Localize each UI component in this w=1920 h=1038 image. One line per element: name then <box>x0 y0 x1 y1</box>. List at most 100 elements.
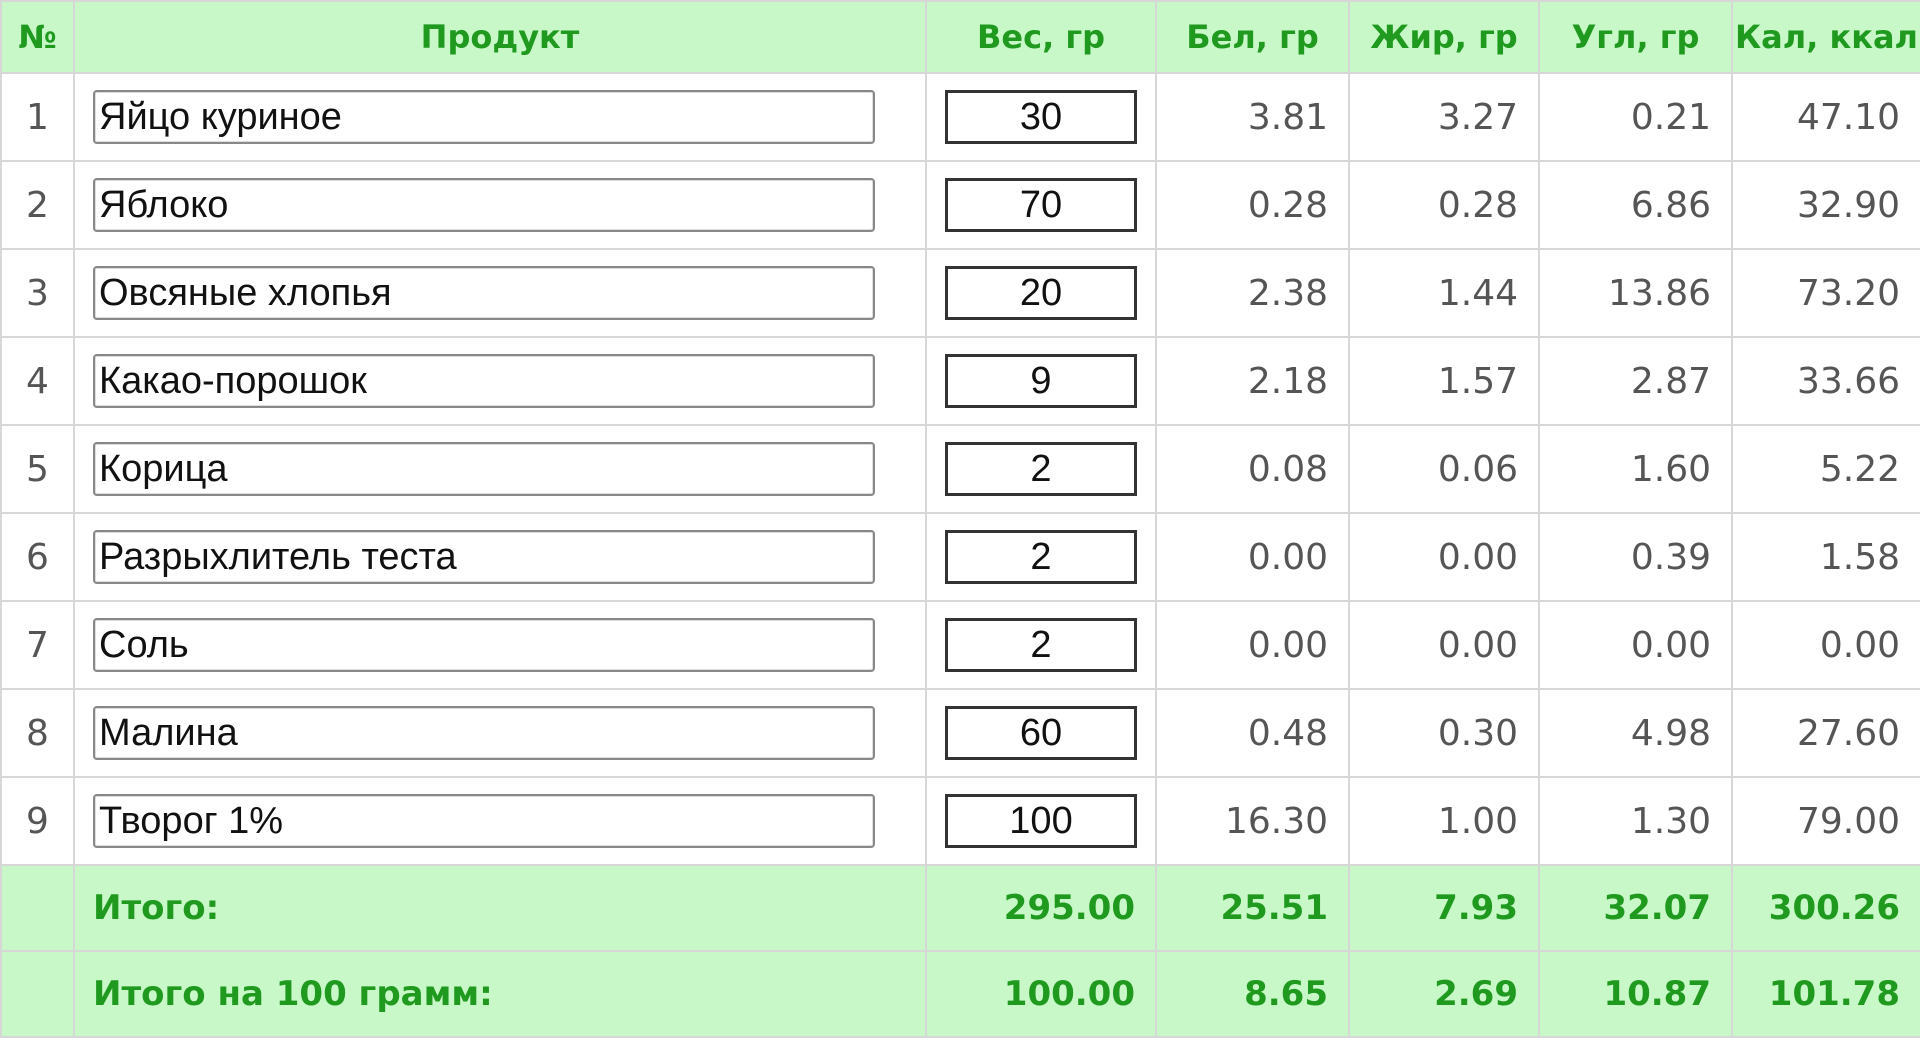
product-input[interactable] <box>93 354 875 408</box>
header-kcal: Кал, ккал <box>1731 0 1920 74</box>
product-input[interactable] <box>93 794 875 848</box>
totals-kcal: 300.26 <box>1731 864 1920 952</box>
row-number: 7 <box>0 600 75 690</box>
fat-value: 0.28 <box>1348 160 1540 250</box>
kcal-value: 73.20 <box>1731 248 1920 338</box>
per100-fat: 2.69 <box>1348 950 1540 1038</box>
header-weight: Вес, гр <box>925 0 1157 74</box>
row-number: 3 <box>0 248 75 338</box>
product-cell <box>73 688 927 778</box>
weight-cell <box>925 72 1157 162</box>
protein-value: 0.08 <box>1155 424 1350 514</box>
weight-input[interactable] <box>945 442 1137 496</box>
product-cell <box>73 248 927 338</box>
per100-protein: 8.65 <box>1155 950 1350 1038</box>
table-row: 6 0.00 0.00 0.39 1.58 <box>0 512 1920 602</box>
product-cell <box>73 512 927 602</box>
fat-value: 0.30 <box>1348 688 1540 778</box>
weight-cell <box>925 600 1157 690</box>
carbs-value: 4.98 <box>1538 688 1733 778</box>
per100-weight: 100.00 <box>925 950 1157 1038</box>
fat-value: 1.57 <box>1348 336 1540 426</box>
nutrition-table: № Продукт Вес, гр Бел, гр Жир, гр Угл, г… <box>0 0 1920 1038</box>
per100-empty-cell <box>0 950 75 1038</box>
per100-carbs: 10.87 <box>1538 950 1733 1038</box>
table-row: 2 0.28 0.28 6.86 32.90 <box>0 160 1920 250</box>
per100-label: Итого на 100 грамм: <box>73 950 927 1038</box>
weight-input[interactable] <box>945 178 1137 232</box>
carbs-value: 0.39 <box>1538 512 1733 602</box>
kcal-value: 47.10 <box>1731 72 1920 162</box>
kcal-value: 5.22 <box>1731 424 1920 514</box>
totals-label: Итого: <box>73 864 927 952</box>
product-input[interactable] <box>93 178 875 232</box>
product-cell <box>73 336 927 426</box>
product-input[interactable] <box>93 706 875 760</box>
header-row: № Продукт Вес, гр Бел, гр Жир, гр Угл, г… <box>0 0 1920 74</box>
product-cell <box>73 72 927 162</box>
totals-row: Итого: 295.00 25.51 7.93 32.07 300.26 <box>0 864 1920 952</box>
weight-cell <box>925 248 1157 338</box>
product-input[interactable] <box>93 442 875 496</box>
kcal-value: 32.90 <box>1731 160 1920 250</box>
header-protein: Бел, гр <box>1155 0 1350 74</box>
fat-value: 0.06 <box>1348 424 1540 514</box>
weight-cell <box>925 160 1157 250</box>
product-input[interactable] <box>93 618 875 672</box>
protein-value: 0.28 <box>1155 160 1350 250</box>
protein-value: 2.38 <box>1155 248 1350 338</box>
header-fat: Жир, гр <box>1348 0 1540 74</box>
totals-fat: 7.93 <box>1348 864 1540 952</box>
carbs-value: 2.87 <box>1538 336 1733 426</box>
row-number: 9 <box>0 776 75 866</box>
header-product: Продукт <box>73 0 927 74</box>
carbs-value: 1.60 <box>1538 424 1733 514</box>
kcal-value: 27.60 <box>1731 688 1920 778</box>
protein-value: 16.30 <box>1155 776 1350 866</box>
weight-input[interactable] <box>945 266 1137 320</box>
totals-weight: 295.00 <box>925 864 1157 952</box>
per100-kcal: 101.78 <box>1731 950 1920 1038</box>
weight-cell <box>925 688 1157 778</box>
carbs-value: 13.86 <box>1538 248 1733 338</box>
protein-value: 0.00 <box>1155 600 1350 690</box>
protein-value: 3.81 <box>1155 72 1350 162</box>
weight-input[interactable] <box>945 354 1137 408</box>
row-number: 1 <box>0 72 75 162</box>
protein-value: 0.48 <box>1155 688 1350 778</box>
product-cell <box>73 160 927 250</box>
per100-row: Итого на 100 грамм: 100.00 8.65 2.69 10.… <box>0 950 1920 1038</box>
weight-input[interactable] <box>945 706 1137 760</box>
weight-cell <box>925 336 1157 426</box>
protein-value: 0.00 <box>1155 512 1350 602</box>
fat-value: 3.27 <box>1348 72 1540 162</box>
row-number: 5 <box>0 424 75 514</box>
header-num: № <box>0 0 75 74</box>
weight-cell <box>925 776 1157 866</box>
kcal-value: 1.58 <box>1731 512 1920 602</box>
product-cell <box>73 776 927 866</box>
table-row: 3 2.38 1.44 13.86 73.20 <box>0 248 1920 338</box>
fat-value: 1.00 <box>1348 776 1540 866</box>
fat-value: 1.44 <box>1348 248 1540 338</box>
weight-input[interactable] <box>945 90 1137 144</box>
protein-value: 2.18 <box>1155 336 1350 426</box>
fat-value: 0.00 <box>1348 512 1540 602</box>
weight-input[interactable] <box>945 530 1137 584</box>
weight-cell <box>925 424 1157 514</box>
kcal-value: 33.66 <box>1731 336 1920 426</box>
totals-empty-cell <box>0 864 75 952</box>
row-number: 6 <box>0 512 75 602</box>
weight-cell <box>925 512 1157 602</box>
product-input[interactable] <box>93 90 875 144</box>
header-carbs: Угл, гр <box>1538 0 1733 74</box>
product-input[interactable] <box>93 266 875 320</box>
weight-input[interactable] <box>945 618 1137 672</box>
weight-input[interactable] <box>945 794 1137 848</box>
carbs-value: 0.21 <box>1538 72 1733 162</box>
product-cell <box>73 600 927 690</box>
table-row: 7 0.00 0.00 0.00 0.00 <box>0 600 1920 690</box>
carbs-value: 6.86 <box>1538 160 1733 250</box>
product-input[interactable] <box>93 530 875 584</box>
fat-value: 0.00 <box>1348 600 1540 690</box>
